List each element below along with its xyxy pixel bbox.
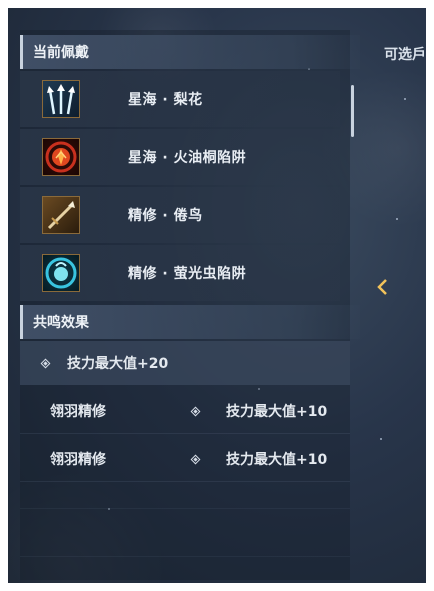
- star-decoration: [396, 218, 398, 220]
- list-scrollbar[interactable]: [351, 85, 354, 137]
- bonus-text: 技力最大值+10: [226, 452, 328, 468]
- equipment-panel: 当前佩戴 星海 · 梨花 星海 · 火油桐陷阱 精修 · 倦鸟 精修 · 萤光虫…: [20, 30, 360, 580]
- equipped-item-row[interactable]: 精修 · 倦鸟: [20, 187, 340, 243]
- bonus-text: 技力最大值+10: [226, 404, 328, 420]
- spear-icon: [42, 196, 80, 234]
- selectable-label: 可选戶: [384, 47, 426, 63]
- equipped-item-row[interactable]: 星海 · 火油桐陷阱: [20, 129, 340, 185]
- divider: [20, 556, 350, 557]
- equipped-item-name: 星海 · 梨花: [128, 92, 203, 108]
- resonance-main-bonus: 技力最大值+20: [20, 341, 350, 385]
- bonus-text: 技力最大值+20: [67, 356, 169, 372]
- game-panel: 当前佩戴 星海 · 梨花 星海 · 火油桐陷阱 精修 · 倦鸟 精修 · 萤光虫…: [8, 8, 426, 583]
- equipped-item-name: 星海 · 火油桐陷阱: [128, 150, 247, 166]
- equipped-item-row[interactable]: 精修 · 萤光虫陷阱: [20, 245, 340, 301]
- arrows-icon: [42, 80, 80, 118]
- source-name: 翎羽精修: [50, 452, 106, 468]
- resonance-source-row: 翎羽精修 技力最大值+10: [20, 437, 350, 482]
- source-name: 翎羽精修: [50, 404, 106, 420]
- star-decoration: [380, 438, 382, 440]
- divider: [20, 508, 350, 509]
- diamond-bullet-icon: [40, 358, 51, 368]
- equipped-item-name: 精修 · 萤光虫陷阱: [128, 266, 247, 282]
- equipped-header: 当前佩戴: [20, 35, 360, 69]
- resonance-source-row: 翎羽精修 技力最大值+10: [20, 389, 350, 434]
- diamond-bullet-icon: [190, 454, 201, 464]
- firefly-trap-icon: [42, 254, 80, 292]
- star-decoration: [404, 98, 406, 100]
- equipped-item-name: 精修 · 倦鸟: [128, 208, 203, 224]
- fire-trap-icon: [42, 138, 80, 176]
- chevron-left-icon[interactable]: [372, 276, 394, 298]
- diamond-bullet-icon: [190, 406, 201, 416]
- equipped-item-row[interactable]: 星海 · 梨花: [20, 71, 340, 127]
- resonance-header: 共鸣效果: [20, 305, 360, 339]
